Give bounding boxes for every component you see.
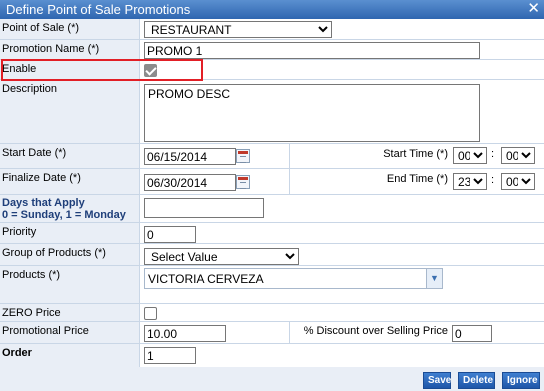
row-order: Order <box>0 344 544 367</box>
close-icon[interactable]: ✕ <box>527 1 540 16</box>
row-days: Days that Apply 0 = Sunday, 1 = Monday .… <box>0 195 544 233</box>
row-group-of-products: Group of Products (*) Select Value <box>0 244 544 266</box>
zero-price-label: ZERO Price <box>0 304 140 321</box>
promotional-price-label: Promotional Price <box>0 322 140 343</box>
promotion-name-label: Promotion Name (*) <box>0 40 140 59</box>
products-label: Products (*) <box>0 266 140 303</box>
divider <box>289 169 290 195</box>
end-hour-select[interactable]: 23 <box>453 173 487 190</box>
enable-checkbox[interactable] <box>144 64 157 77</box>
start-time-label: Start Time (*) <box>383 148 448 160</box>
row-promotional-price: Promotional Price % Discount over Sellin… <box>0 322 544 344</box>
window-title-bar: Define Point of Sale Promotions ✕ <box>0 0 544 19</box>
row-enable: Enable <box>0 60 544 80</box>
row-point-of-sale: Point of Sale (*) RESTAURANT <box>0 19 544 40</box>
ignore-button[interactable]: Ignore <box>502 372 540 389</box>
enable-label: Enable <box>0 60 140 79</box>
row-description: Description PROMO DESC <box>0 80 544 144</box>
point-of-sale-select[interactable]: RESTAURANT <box>144 21 332 38</box>
row-promotion-name: Promotion Name (*) <box>0 40 544 60</box>
row-zero-price: ZERO Price <box>0 304 544 322</box>
chevron-down-icon[interactable]: ▼ <box>426 269 442 288</box>
priority-label: Priority <box>0 223 140 243</box>
discount-label: % Discount over Selling Price <box>303 325 448 337</box>
description-textarea[interactable]: PROMO DESC <box>144 84 480 142</box>
finalize-date-label: Finalize Date (*) <box>0 169 140 194</box>
start-hour-select[interactable]: 00 <box>453 147 487 164</box>
row-products: Products (*) VICTORIA CERVEZA ▼ <box>0 266 544 304</box>
calendar-icon[interactable] <box>236 175 250 189</box>
time-separator: : <box>491 148 495 160</box>
window-title: Define Point of Sale Promotions <box>6 2 191 17</box>
days-input[interactable] <box>144 198 264 218</box>
promotion-name-input[interactable] <box>144 42 480 59</box>
description-label: Description <box>0 80 140 143</box>
start-date-label: Start Date (*) <box>0 144 140 168</box>
days-label-line1: Days that Apply <box>2 197 85 209</box>
divider <box>289 322 290 344</box>
delete-button[interactable]: Delete <box>458 372 495 389</box>
row-start: Start Date (*) Start Time (*) 00 : 00 <box>0 144 544 169</box>
discount-input[interactable] <box>452 325 492 342</box>
group-of-products-select[interactable]: Select Value <box>144 248 299 265</box>
row-finalize: Finalize Date (*) End Time (*) 23 : 00 <box>0 169 544 195</box>
row-priority: Priority <box>0 223 544 244</box>
start-date-input[interactable] <box>144 148 236 165</box>
calendar-icon[interactable] <box>236 149 250 163</box>
divider <box>289 144 290 169</box>
order-label: Order <box>0 344 140 367</box>
time-separator: : <box>491 174 495 186</box>
group-of-products-label: Group of Products (*) <box>0 244 140 265</box>
finalize-date-input[interactable] <box>144 174 236 191</box>
order-input[interactable] <box>144 347 196 364</box>
promotional-price-input[interactable] <box>144 325 226 342</box>
days-label: Days that Apply 0 = Sunday, 1 = Monday .… <box>0 195 140 233</box>
end-minute-select[interactable]: 00 <box>501 173 535 190</box>
start-minute-select[interactable]: 00 <box>501 147 535 164</box>
products-value: VICTORIA CERVEZA <box>148 272 264 286</box>
point-of-sale-label: Point of Sale (*) <box>0 19 140 39</box>
zero-price-checkbox[interactable] <box>144 307 157 320</box>
products-combobox[interactable]: VICTORIA CERVEZA ▼ <box>144 268 443 289</box>
priority-input[interactable] <box>144 226 196 243</box>
save-button[interactable]: Save <box>423 372 451 389</box>
end-time-label: End Time (*) <box>386 173 448 185</box>
